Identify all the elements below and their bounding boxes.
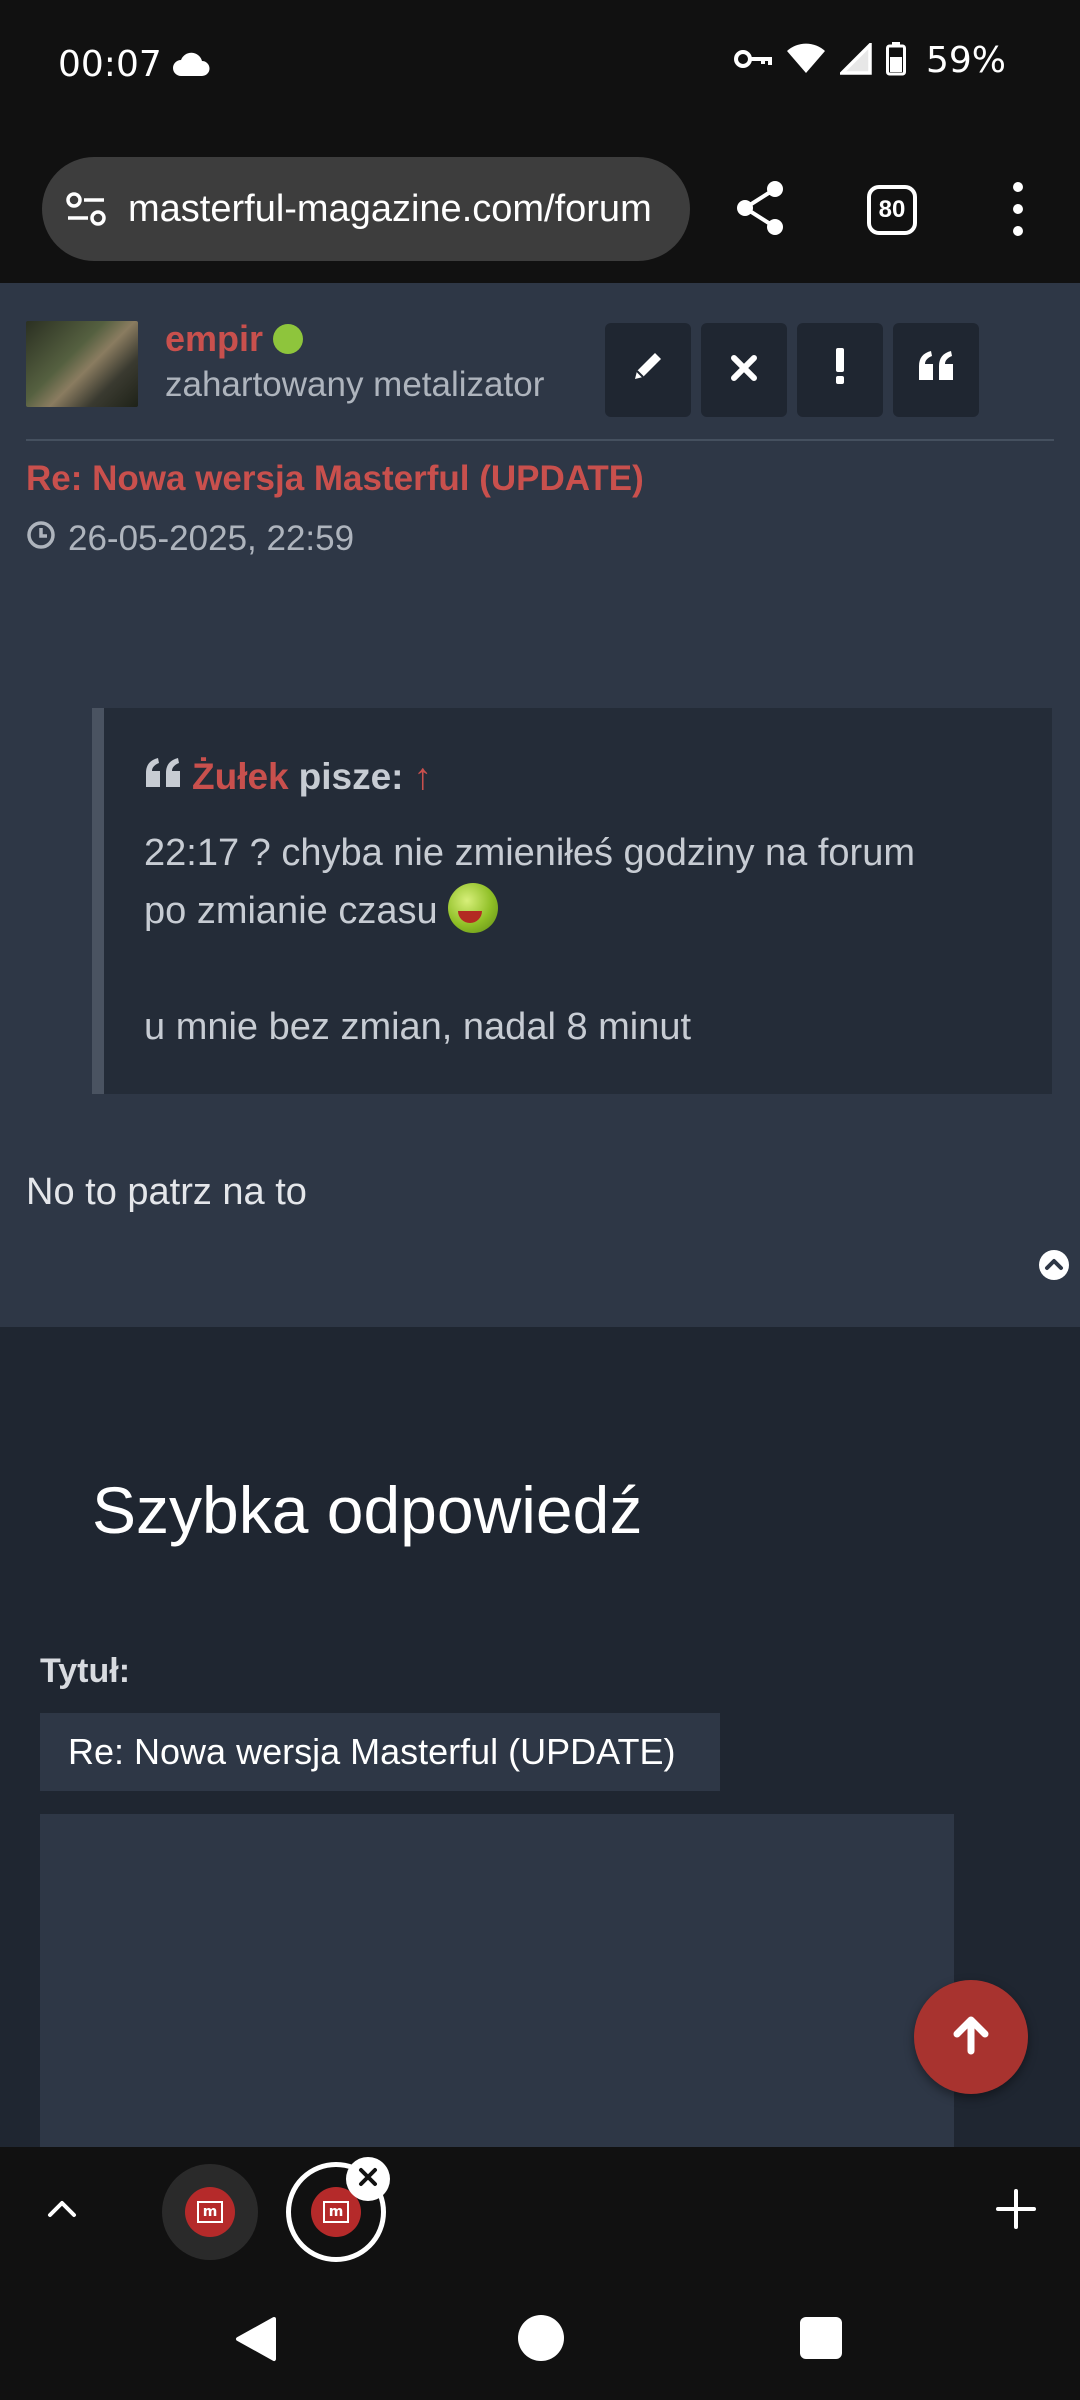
url-text[interactable]: masterful-magazine.com/forum: [128, 188, 688, 231]
tab-thumbnail[interactable]: m: [162, 2164, 258, 2260]
scroll-to-top-button[interactable]: [914, 1980, 1028, 2094]
delete-button[interactable]: [701, 323, 787, 417]
forum-post: empir zahartowany metalizator Re: Nowa w…: [0, 283, 1080, 1327]
quote-icon: [917, 349, 955, 391]
battery-icon: [885, 41, 906, 80]
clock-icon: [26, 519, 56, 559]
battery-percent: 59%: [925, 40, 1006, 81]
post-date-text: 26-05-2025, 22:59: [68, 519, 355, 558]
site-favicon-icon: m: [185, 2187, 235, 2237]
post-title[interactable]: Re: Nowa wersja Masterful (UPDATE): [26, 459, 644, 499]
add-tab-icon[interactable]: [994, 2187, 1038, 2236]
quote-button[interactable]: [893, 323, 979, 417]
quick-reply-heading: Szybka odpowiedź: [92, 1473, 643, 1547]
back-to-top-small-icon[interactable]: [1038, 1249, 1070, 1286]
online-status-icon: [273, 324, 304, 354]
close-tab-button[interactable]: [346, 2157, 390, 2201]
more-menu-icon[interactable]: [1010, 179, 1026, 244]
quote-says-label: pisze:: [298, 756, 404, 797]
signal-icon: [837, 40, 872, 79]
report-icon: [834, 347, 846, 393]
quote-line-with-smiley: po zmianie czasu: [144, 882, 1024, 940]
system-nav-bar: [0, 2277, 1080, 2400]
home-icon[interactable]: [518, 2315, 564, 2361]
status-bar: 00:07 59%: [0, 0, 1080, 135]
post-date: 26-05-2025, 22:59: [26, 519, 354, 559]
cloud-icon: [172, 52, 210, 82]
quote-mark-icon: [144, 756, 182, 798]
quote-source-link[interactable]: ↑: [414, 756, 433, 798]
quote-line: u mnie bez zmian, nadal 8 minut: [144, 1006, 692, 1048]
tab-switcher-icon[interactable]: 80: [867, 185, 917, 235]
status-time: 00:07: [58, 44, 162, 85]
tab-strip: m m: [0, 2147, 1080, 2277]
arrow-up-icon: [952, 2015, 990, 2060]
address-bar[interactable]: masterful-magazine.com/forum: [42, 157, 690, 261]
author-name[interactable]: empir: [165, 318, 263, 360]
site-settings-icon[interactable]: [64, 187, 108, 231]
quote-header: Żułek pisze: ↑: [144, 756, 432, 798]
back-icon[interactable]: [234, 2315, 278, 2368]
chevron-up-icon[interactable]: [44, 2191, 80, 2232]
share-icon[interactable]: [733, 179, 787, 242]
quote-line: 22:17 ? chyba nie zmieniłeś godziny na f…: [144, 832, 916, 874]
wifi-icon: [786, 43, 826, 79]
post-actions: [605, 323, 979, 417]
report-button[interactable]: [797, 323, 883, 417]
post-divider: [26, 439, 1054, 441]
avatar[interactable]: [26, 321, 138, 407]
author-rank: zahartowany metalizator: [165, 365, 545, 404]
title-label: Tytuł:: [40, 1652, 131, 1690]
screen: 00:07 59% masterful-magazine.com/forum 8…: [0, 0, 1080, 2400]
edit-icon: [631, 349, 665, 392]
recents-icon[interactable]: [800, 2317, 842, 2359]
quote-line: po zmianie czasu: [144, 890, 438, 932]
post-body: No to patrz na to: [26, 1171, 307, 1213]
tongue-smiley-icon: [448, 883, 499, 933]
status-icons: 59%: [733, 40, 1006, 81]
vpn-key-icon: [733, 47, 772, 75]
message-textarea[interactable]: [40, 1814, 954, 2147]
browser-toolbar: masterful-magazine.com/forum 80: [0, 135, 1080, 283]
close-icon: [357, 2166, 379, 2193]
quote-spacer: [144, 940, 1024, 998]
delete-icon: [730, 349, 758, 391]
title-input[interactable]: [40, 1713, 720, 1791]
edit-button[interactable]: [605, 323, 691, 417]
author-line: empir: [165, 318, 304, 360]
quote-block: Żułek pisze: ↑ 22:17 ? chyba nie zmienił…: [92, 708, 1052, 1094]
quote-author[interactable]: Żułek: [192, 756, 289, 798]
quote-body: 22:17 ? chyba nie zmieniłeś godziny na f…: [144, 824, 1024, 1056]
